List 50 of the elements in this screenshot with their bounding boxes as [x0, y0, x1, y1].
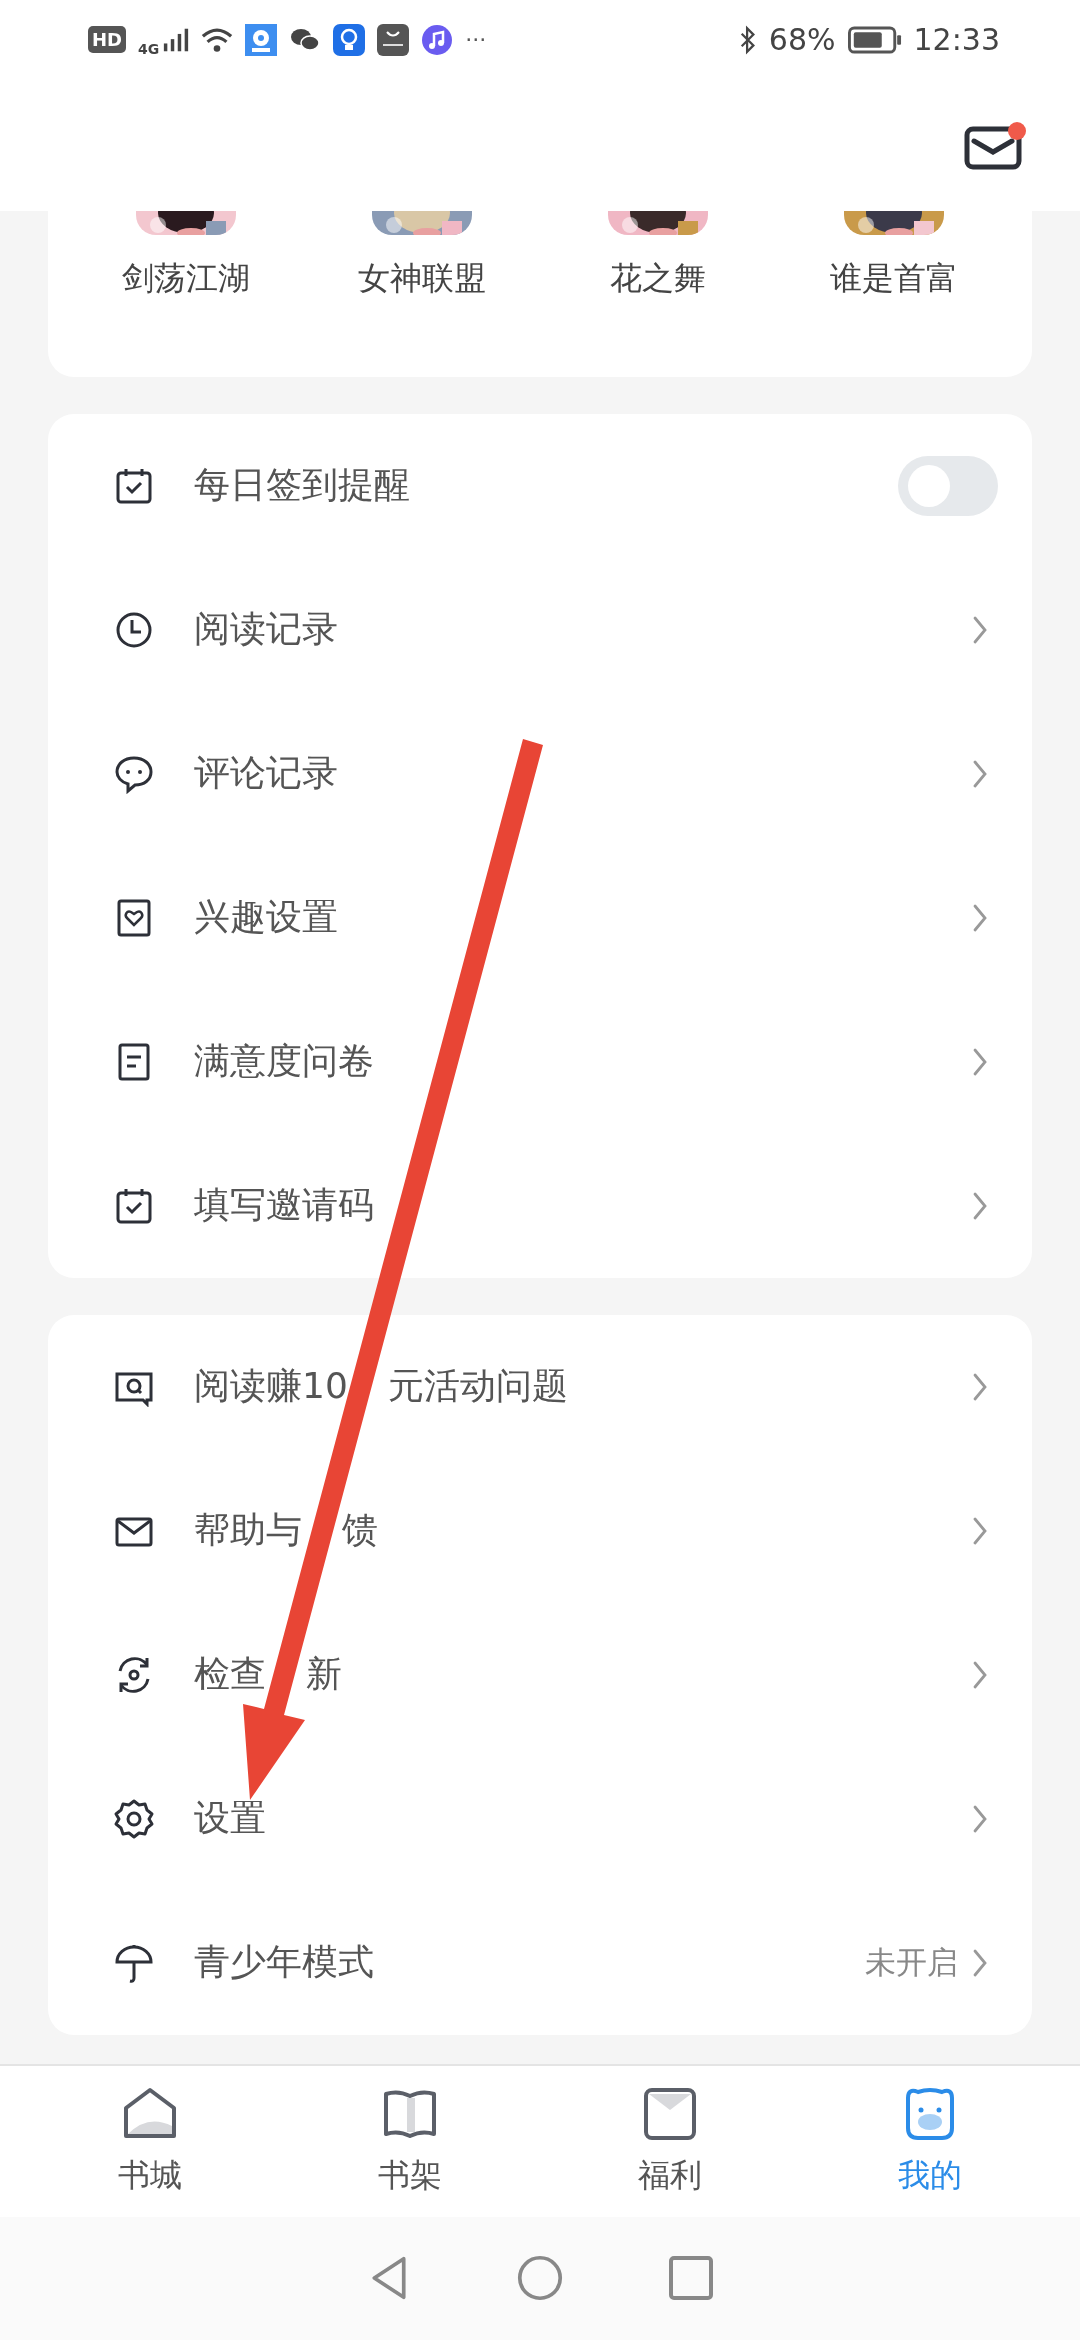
hd-badge: HD: [88, 26, 126, 54]
signal-icon: [163, 26, 190, 53]
chevron-icon: [972, 1803, 988, 1834]
music-app-icon: [421, 23, 454, 56]
umbrella-icon: [114, 1942, 154, 1983]
chevron-icon: [972, 758, 988, 789]
bluetooth-icon: [738, 24, 757, 55]
chevron-icon: [972, 1046, 988, 1077]
book-title[interactable]: 花之舞: [610, 256, 706, 301]
chevron-icon: [972, 1190, 988, 1221]
menu-item-label[interactable]: 帮助与: [194, 1506, 302, 1556]
wifi-icon: [201, 25, 234, 54]
clock-time: 12:33: [913, 22, 1000, 58]
menu-item-label[interactable]: 馈: [342, 1506, 378, 1556]
chevron-icon: [972, 1947, 988, 1978]
chevron-icon: [972, 1515, 988, 1546]
menu-item-label[interactable]: 元活动问题: [387, 1362, 568, 1412]
menu-item-label[interactable]: 评论记录: [194, 749, 338, 799]
menu-item-label[interactable]: 阅读赚10: [194, 1362, 348, 1412]
network-type: 4G: [138, 40, 160, 57]
lightbulb-app-icon: [333, 23, 366, 56]
menu-item-label[interactable]: 新: [306, 1650, 342, 1700]
recents-icon[interactable]: [668, 2255, 714, 2302]
settings-icon: [114, 1798, 154, 1839]
camera-app-icon: [245, 23, 278, 56]
home-icon[interactable]: [517, 2255, 563, 2302]
menu-item-label[interactable]: 阅读记录: [194, 605, 338, 655]
tab[interactable]: 书架: [330, 2084, 490, 2199]
bag-app-icon: [377, 23, 410, 56]
battery-icon: [847, 25, 902, 54]
menu-item-label[interactable]: 兴趣设置: [194, 893, 338, 943]
book-title[interactable]: 女神联盟: [358, 256, 486, 301]
menu-item-label[interactable]: 设置: [194, 1794, 266, 1844]
battery-percent: 68%: [768, 22, 836, 58]
status-value: 未开启: [865, 1942, 958, 1982]
more-notifications: ···: [465, 27, 487, 53]
menu-item-label[interactable]: 每日签到提醒: [194, 461, 410, 511]
chevron-icon: [972, 1371, 988, 1402]
menu-item-label[interactable]: 青少年模式: [194, 1938, 374, 1988]
menu-item-label[interactable]: 检查: [194, 1650, 266, 1700]
chevron-icon: [972, 614, 988, 645]
book-title[interactable]: 剑荡江湖: [122, 256, 250, 301]
chevron-icon: [972, 1659, 988, 1690]
chevron-icon: [972, 902, 988, 933]
tab[interactable]: 福利: [590, 2084, 750, 2199]
tab[interactable]: 书城: [70, 2084, 230, 2199]
menu-item-label[interactable]: 填写邀请码: [194, 1181, 374, 1231]
book-title[interactable]: 谁是首富: [830, 256, 958, 301]
menu-item-label[interactable]: 满意度问卷: [194, 1037, 374, 1087]
messages-button[interactable]: [964, 119, 1028, 172]
